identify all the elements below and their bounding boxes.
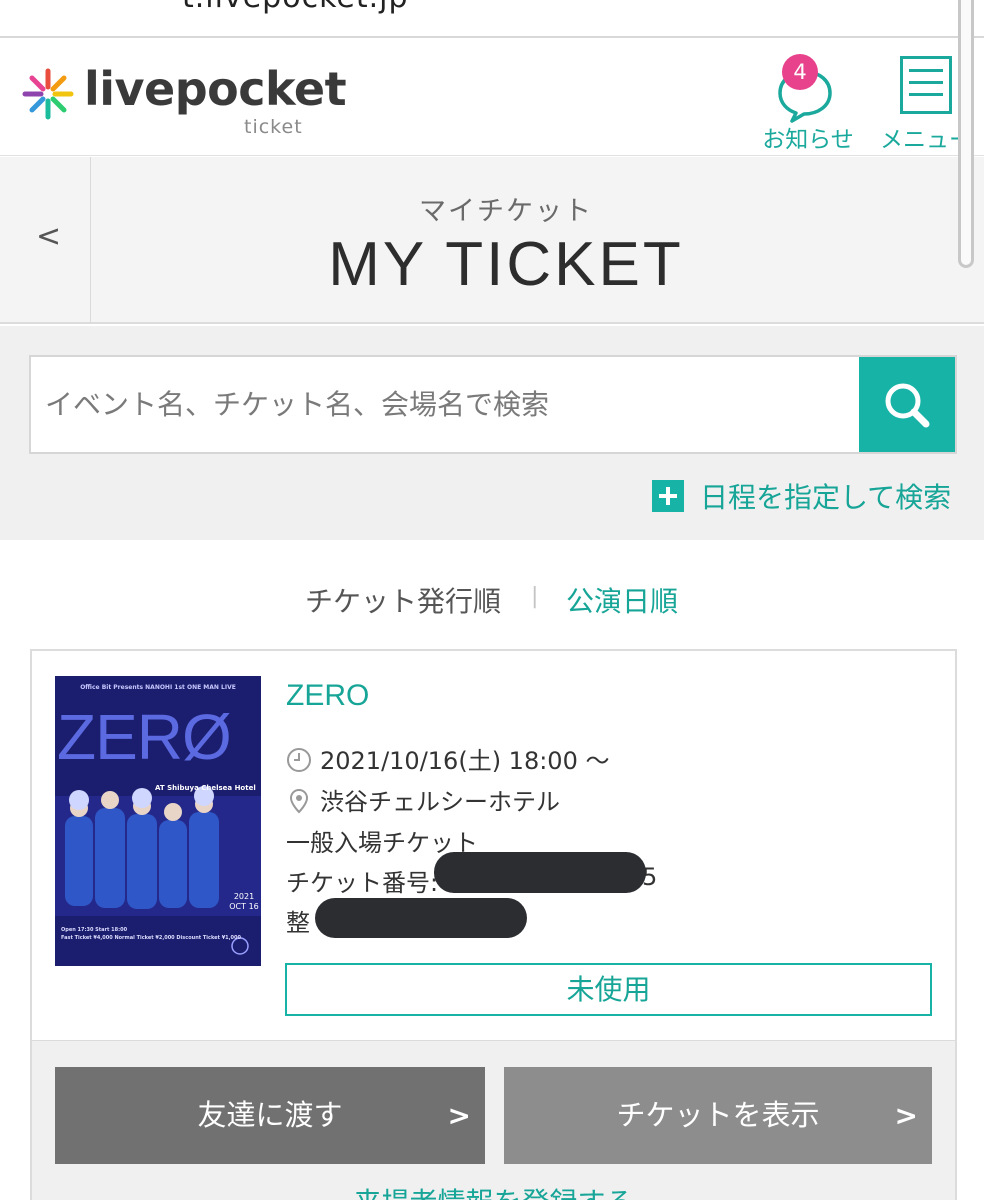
- poster-info-line1: Open 17:30 Start 18:00: [61, 927, 128, 933]
- back-button[interactable]: <: [0, 157, 91, 324]
- event-poster[interactable]: Office Bit Presents NANOHI 1st ONE MAN L…: [55, 676, 261, 966]
- event-venue-row: 渋谷チェルシーホテル: [286, 782, 560, 817]
- url-text[interactable]: t.livepocket.jp: [182, 0, 409, 15]
- seat-number-row: 整: [286, 903, 310, 938]
- poster-title: ZERØ: [57, 701, 232, 773]
- livepocket-logo[interactable]: livepocket ticket: [22, 62, 347, 146]
- show-ticket-label: チケットを表示: [616, 1098, 820, 1132]
- page-title-bar: < マイチケット MY TICKET: [0, 157, 984, 324]
- event-venue: 渋谷チェルシーホテル: [320, 788, 560, 816]
- clock-icon: [287, 748, 311, 772]
- page-title: MY TICKET: [328, 230, 684, 299]
- search-area: 日程を指定して検索: [0, 326, 984, 540]
- chevron-right-icon: >: [894, 1099, 918, 1132]
- map-pin-icon: [289, 788, 309, 814]
- sort-by-issued-tab[interactable]: チケット発行順: [305, 580, 501, 620]
- notice-button[interactable]: 4 お知らせ: [756, 50, 860, 153]
- search-input[interactable]: [31, 357, 861, 452]
- register-attendee-link[interactable]: 来場者情報を登録する: [32, 1181, 955, 1200]
- plus-icon: [652, 480, 684, 512]
- search-box: [29, 355, 957, 454]
- redaction-ticket-number: [434, 852, 646, 893]
- event-datetime-row: 2021/10/16(土) 18:00 〜: [286, 741, 609, 776]
- ticket-card: Office Bit Presents NANOHI 1st ONE MAN L…: [30, 649, 957, 1200]
- logo-burst-icon: [22, 68, 74, 120]
- site-header: livepocket ticket 4 お知らせ メニュー: [0, 40, 984, 156]
- sort-by-performance-tab[interactable]: 公演日順: [566, 580, 678, 620]
- give-to-friend-label: 友達に渡す: [197, 1098, 343, 1132]
- give-to-friend-button[interactable]: 友達に渡す >: [55, 1067, 485, 1164]
- sort-tabs: チケット発行順 | 公演日順: [0, 580, 984, 624]
- search-button[interactable]: [859, 357, 955, 452]
- hamburger-menu-icon: [900, 56, 952, 114]
- show-ticket-button[interactable]: チケットを表示 >: [504, 1067, 932, 1164]
- browser-url-bar[interactable]: t.livepocket.jp: [0, 0, 984, 38]
- ticket-number-row: チケット番号: 5: [286, 863, 657, 898]
- chevron-right-icon: >: [447, 1099, 471, 1132]
- sort-separator: |: [531, 584, 539, 609]
- poster-date: 2021 OCT 16: [229, 892, 259, 911]
- poster-info-line2: Fast Ticket ¥4,000 Normal Ticket ¥2,000 …: [61, 935, 241, 941]
- logo-subtext: ticket: [244, 116, 303, 138]
- ticket-actions: 友達に渡す > チケットを表示 > 来場者情報を登録する: [32, 1040, 955, 1200]
- page-subtitle: マイチケット: [419, 196, 593, 227]
- poster-top-text: Office Bit Presents NANOHI 1st ONE MAN L…: [80, 684, 236, 691]
- ticket-number-label: チケット番号:: [286, 869, 439, 897]
- date-search-label: 日程を指定して検索: [700, 481, 952, 514]
- redaction-seat-number: [315, 898, 527, 938]
- search-icon: [885, 383, 930, 428]
- seat-number-label: 整: [286, 909, 310, 937]
- ticket-status: 未使用: [285, 963, 932, 1016]
- notice-label: お知らせ: [762, 127, 854, 153]
- event-datetime: 2021/10/16(土) 18:00 〜: [320, 747, 610, 775]
- event-name[interactable]: ZERO: [286, 679, 369, 713]
- poster-venue: AT Shibuya Chelsea Hotel: [155, 784, 256, 792]
- scrollbar-thumb[interactable]: [958, 0, 974, 268]
- notice-count-badge: 4: [782, 54, 818, 90]
- logo-text: livepocket: [84, 62, 347, 116]
- poster-info: Open 17:30 Start 18:00 Fast Ticket ¥4,00…: [61, 926, 241, 942]
- chevron-left-icon: <: [36, 219, 62, 254]
